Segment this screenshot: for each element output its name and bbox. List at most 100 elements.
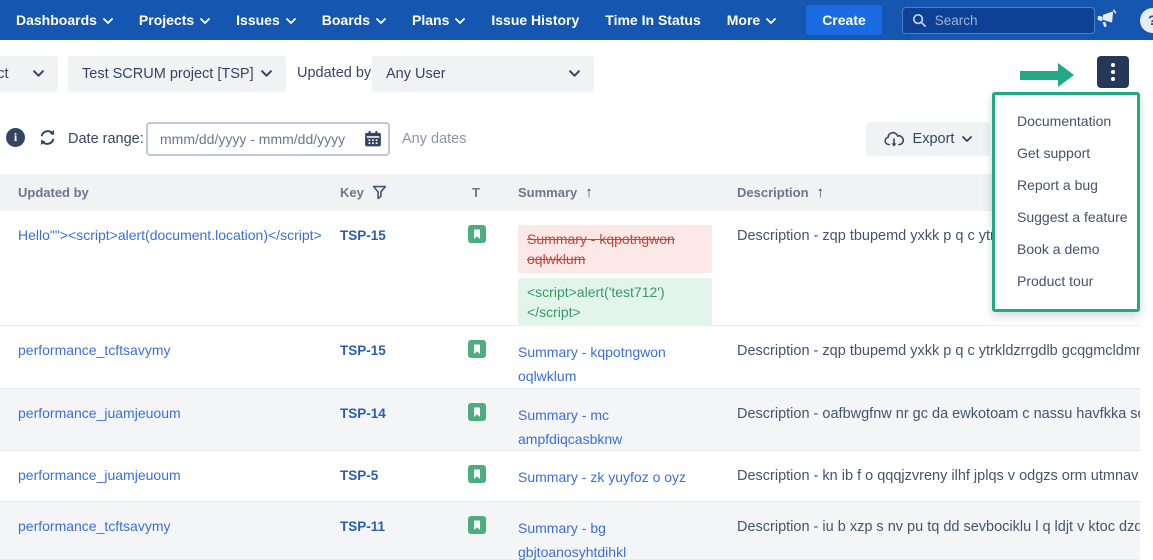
updated-by-link[interactable]: Hello""><script>alert(document.location)… xyxy=(18,227,322,243)
kebab-menu-button[interactable] xyxy=(1097,56,1129,88)
issue-key-link[interactable]: TSP-15 xyxy=(340,343,386,358)
announcements-megaphone-icon[interactable] xyxy=(1095,9,1117,31)
filter-bar: ject Test SCRUM project [TSP] Updated by… xyxy=(0,56,1153,92)
refresh-icon[interactable] xyxy=(38,128,57,150)
story-issue-type-icon xyxy=(468,465,486,483)
issue-key-link[interactable]: TSP-11 xyxy=(340,519,385,534)
menu-item-product-tour[interactable]: Product tour xyxy=(995,265,1137,297)
create-button[interactable]: Create xyxy=(806,5,882,35)
date-range-field xyxy=(146,122,390,156)
chevron-down-icon xyxy=(766,18,776,25)
top-nav: Dashboards Projects Issues Boards Plans … xyxy=(0,0,1153,40)
date-hint-text: Any dates xyxy=(402,131,467,147)
table-header: Updated by Key T Summary ↑ Description ↑ xyxy=(0,174,1140,211)
nav-time-in-status[interactable]: Time In Status xyxy=(605,12,700,28)
chevron-down-icon xyxy=(455,18,465,25)
nav-plans[interactable]: Plans xyxy=(412,12,465,28)
description-text: Description - iu b xzp s nv pu tq dd sev… xyxy=(737,519,1140,535)
search-icon xyxy=(912,13,927,28)
menu-item-report-a-bug[interactable]: Report a bug xyxy=(995,169,1137,201)
menu-item-suggest-a-feature[interactable]: Suggest a feature xyxy=(995,201,1137,233)
chevron-down-icon xyxy=(376,18,386,25)
column-header-type: T xyxy=(472,185,480,200)
date-range-label: Date range: xyxy=(68,131,144,147)
nav-projects[interactable]: Projects xyxy=(139,12,210,28)
updated-by-link[interactable]: performance_juamjeuoum xyxy=(18,405,181,421)
app-window: Dashboards Projects Issues Boards Plans … xyxy=(0,0,1153,560)
toolbar: i Date range: Any dates Export xyxy=(0,120,1153,158)
description-text: Description - zqp tbupemd yxkk p q c ytr… xyxy=(737,343,1140,359)
help-icon[interactable]: ? xyxy=(1140,8,1153,33)
summary-link[interactable]: Summary - bg gbjtoanosyhtdihkl xyxy=(518,516,712,560)
search-box[interactable] xyxy=(902,7,1095,34)
story-issue-type-icon xyxy=(468,225,486,243)
nav-icon-group: ? xyxy=(1095,7,1153,33)
issue-key-link[interactable]: TSP-14 xyxy=(340,406,386,421)
updated-by-select-value: Any User xyxy=(386,66,446,82)
table-row: performance_tcftsavymy TSP-15 Summary - … xyxy=(0,326,1140,389)
chevron-down-icon xyxy=(33,70,44,78)
export-button[interactable]: Export xyxy=(866,122,990,156)
project-select-value: Test SCRUM project [TSP] xyxy=(82,66,254,82)
updated-by-link[interactable]: performance_tcftsavymy xyxy=(18,342,171,358)
summary-link[interactable]: Summary - kqpotngwon oqlwklum xyxy=(518,340,712,388)
column-header-key[interactable]: Key xyxy=(340,185,387,200)
menu-item-get-support[interactable]: Get support xyxy=(995,137,1137,169)
nav-more[interactable]: More xyxy=(727,12,776,28)
chevron-down-icon xyxy=(261,70,272,78)
date-range-input[interactable] xyxy=(146,122,390,156)
nav-more-label: More xyxy=(727,12,760,28)
updated-by-select[interactable]: Any User xyxy=(372,56,594,92)
summary-removed-text: Summary - kqpotngwon oqlwklum xyxy=(518,225,712,273)
story-issue-type-icon xyxy=(468,403,486,421)
table-row: performance_tcftsavymy TSP-11 Summary - … xyxy=(0,502,1140,560)
updated-by-filter-label: Updated by: xyxy=(297,65,375,81)
story-issue-type-icon xyxy=(468,516,486,534)
updated-by-link[interactable]: performance_tcftsavymy xyxy=(18,518,171,534)
export-cloud-icon xyxy=(884,131,905,148)
column-header-summary[interactable]: Summary ↑ xyxy=(518,185,593,200)
issue-history-table: Updated by Key T Summary ↑ Description ↑… xyxy=(0,174,1140,560)
column-header-updated-by: Updated by xyxy=(18,185,89,200)
description-text: Description - oafbwgfnw nr gc da ewkotoa… xyxy=(737,406,1140,422)
project-type-value: ject xyxy=(0,66,9,82)
chevron-down-icon xyxy=(569,70,580,78)
issue-key-link[interactable]: TSP-15 xyxy=(340,228,386,243)
summary-added-text: <script>alert('test712') </script> xyxy=(518,278,712,326)
search-input[interactable] xyxy=(935,13,1085,28)
nav-plans-label: Plans xyxy=(412,12,449,28)
summary-link[interactable]: Summary - mc ampfdiqcasbknw xyxy=(518,403,712,451)
chevron-down-icon xyxy=(103,18,113,25)
filter-funnel-icon[interactable] xyxy=(372,185,387,200)
nav-boards[interactable]: Boards xyxy=(322,12,386,28)
nav-dashboards-label: Dashboards xyxy=(16,12,97,28)
nav-issue-history[interactable]: Issue History xyxy=(491,12,579,28)
description-text: Description - kn ib f o qqqjzvreny ilhf … xyxy=(737,468,1140,484)
project-select[interactable]: Test SCRUM project [TSP] xyxy=(68,56,286,92)
nav-boards-label: Boards xyxy=(322,12,370,28)
export-label: Export xyxy=(913,131,955,147)
nav-projects-label: Projects xyxy=(139,12,194,28)
menu-item-book-a-demo[interactable]: Book a demo xyxy=(995,233,1137,265)
table-row: performance_juamjeuoum TSP-14 Summary - … xyxy=(0,389,1140,451)
nav-issues[interactable]: Issues xyxy=(236,12,296,28)
chevron-down-icon xyxy=(200,18,210,25)
menu-item-documentation[interactable]: Documentation xyxy=(995,105,1137,137)
sort-ascending-icon[interactable]: ↑ xyxy=(817,185,825,200)
nav-issues-label: Issues xyxy=(236,12,280,28)
column-header-description[interactable]: Description ↑ xyxy=(737,185,824,200)
summary-diff-cell: Summary - kqpotngwon oqlwklum <script>al… xyxy=(518,211,712,326)
sort-ascending-icon[interactable]: ↑ xyxy=(585,185,593,200)
calendar-icon[interactable] xyxy=(364,130,382,151)
info-icon[interactable]: i xyxy=(6,128,25,147)
updated-by-link[interactable]: performance_juamjeuoum xyxy=(18,467,181,483)
story-issue-type-icon xyxy=(468,340,486,358)
nav-issue-history-label: Issue History xyxy=(491,12,579,28)
issue-key-link[interactable]: TSP-5 xyxy=(340,468,378,483)
summary-link[interactable]: Summary - zk yuyfoz o oyz xyxy=(518,465,712,489)
nav-dashboards[interactable]: Dashboards xyxy=(16,12,113,28)
chevron-down-icon xyxy=(962,136,972,143)
help-menu: Documentation Get support Report a bug S… xyxy=(992,92,1140,312)
annotation-arrow-icon xyxy=(1020,63,1074,87)
project-type-select[interactable]: ject xyxy=(0,56,58,92)
